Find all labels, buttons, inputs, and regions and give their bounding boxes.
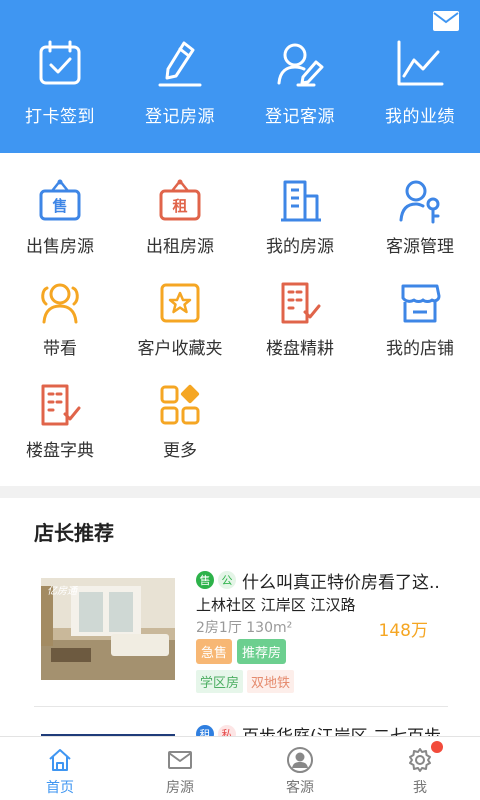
listing-address: 上林社区 江岸区 江汉路 [196,596,356,614]
section-title: 店长推荐 [34,521,114,545]
nav-properties[interactable]: 房源 [120,737,240,800]
nav-label: 房源 [166,780,194,796]
notification-dot [431,741,443,753]
store-icon [397,280,443,326]
menu-label: 客源管理 [386,237,454,257]
menu-label: 出售房源 [26,237,94,257]
menu-label: 更多 [163,441,197,461]
menu-item-rent-listings[interactable]: 租 出租房源 [120,178,240,280]
menu-item-client-management[interactable]: 客源管理 [360,178,480,280]
feature-menu: 售 出售房源 租 出租房源 我的房源 客源管理 带看 客户收藏夹 楼盘精耕 我的… [0,178,480,484]
urgent-badge: 急售 [196,639,233,664]
menu-label: 我的房源 [266,237,334,257]
nav-clients[interactable]: 客源 [240,737,360,800]
menu-label: 客户收藏夹 [137,339,223,359]
nav-label: 客源 [286,780,314,796]
buildings-icon [277,178,323,224]
my-performance-button[interactable]: 我的业绩 [360,38,480,127]
listing-price: 148万 [378,621,428,641]
menu-row: 售 出售房源 租 出租房源 我的房源 客源管理 [0,178,480,280]
gear-icon [407,747,433,773]
menu-item-more[interactable]: 更多 [120,382,240,484]
menu-label: 出租房源 [146,237,214,257]
register-property-button[interactable]: 登记房源 [120,38,240,127]
pen-icon [154,38,206,90]
quick-actions: 打卡签到 登记房源 登记客源 我的业绩 [0,38,480,127]
building-list-icon [37,382,83,428]
section-divider [0,486,480,498]
check-in-button[interactable]: 打卡签到 [0,38,120,127]
person-icon [287,747,313,773]
user-key-icon [397,178,443,224]
sale-tag: 售 [196,571,214,589]
listing-features: 学区房 双地铁 [196,670,466,693]
listing-card[interactable]: 亿房通 售 公 什么叫真正特价房看了这.. 上林社区 江岸区 江汉路 2房1厅 … [0,568,480,698]
home-icon [47,747,73,773]
nav-home[interactable]: 首页 [0,737,120,800]
building-check-icon [277,280,323,326]
svg-text:亿房通: 亿房通 [47,585,79,597]
mail-icon [167,747,193,773]
register-client-button[interactable]: 登记客源 [240,38,360,127]
register-property-label: 登记房源 [145,107,215,127]
menu-item-estate-farming[interactable]: 楼盘精耕 [240,280,360,382]
svg-text:售: 售 [52,197,67,215]
menu-row: 带看 客户收藏夹 楼盘精耕 我的店铺 [0,280,480,382]
more-grid-icon [157,382,203,428]
users-icon [37,280,83,326]
register-client-label: 登记客源 [265,107,335,127]
user-edit-icon [274,38,326,90]
sale-sign-icon: 售 [37,178,83,224]
public-tag: 公 [218,571,236,589]
line-chart-icon [394,38,446,90]
recommend-badge: 推荐房 [237,639,287,664]
menu-item-my-store[interactable]: 我的店铺 [360,280,480,382]
menu-item-sale-listings[interactable]: 售 出售房源 [0,178,120,280]
listing-photo: 亿房通 [41,578,175,680]
header-bar: 打卡签到 登记房源 登记客源 我的业绩 [0,0,480,153]
rent-sign-icon: 租 [157,178,203,224]
menu-item-viewing[interactable]: 带看 [0,280,120,382]
menu-label: 带看 [43,339,77,359]
star-folder-icon [157,280,203,326]
calendar-check-icon [34,38,86,90]
nav-me[interactable]: 我 [360,737,480,800]
listing-title: 什么叫真正特价房看了这.. [242,572,440,593]
bottom-nav: 首页 房源 客源 我 [0,736,480,800]
list-divider [34,706,448,707]
menu-label: 楼盘字典 [26,441,94,461]
svg-text:租: 租 [172,197,187,215]
nav-label: 首页 [46,780,74,796]
nav-label: 我 [413,780,427,796]
menu-label: 我的店铺 [386,339,454,359]
listing-title-line: 售 公 什么叫真正特价房看了这.. [196,568,466,593]
menu-row: 楼盘字典 更多 [0,382,480,484]
menu-item-estate-dictionary[interactable]: 楼盘字典 [0,382,120,484]
menu-item-client-favorites[interactable]: 客户收藏夹 [120,280,240,382]
envelope-icon[interactable] [432,10,460,32]
metro-tag: 双地铁 [247,670,295,693]
check-in-label: 打卡签到 [25,107,95,127]
school-district-tag: 学区房 [196,670,244,693]
my-performance-label: 我的业绩 [385,107,455,127]
menu-item-my-listings[interactable]: 我的房源 [240,178,360,280]
menu-label: 楼盘精耕 [266,339,334,359]
listing-badges: 急售 推荐房 [196,639,466,664]
